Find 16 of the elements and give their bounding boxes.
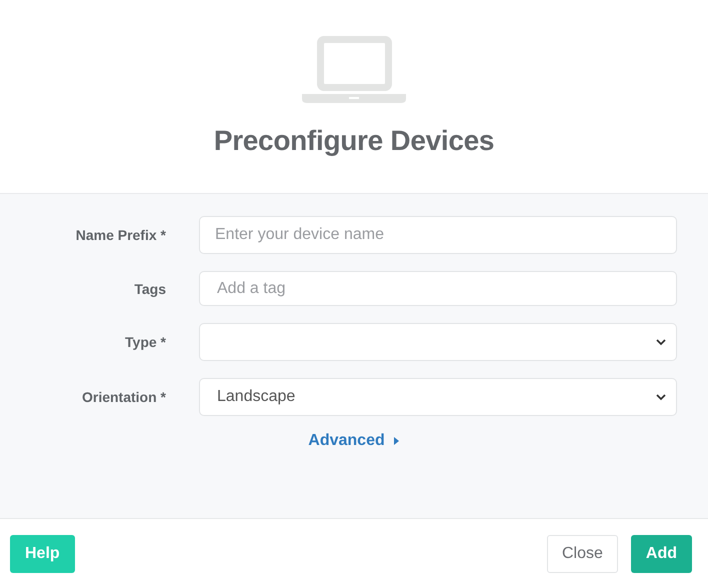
field-label: Orientation * xyxy=(80,389,166,405)
chevron-down-icon xyxy=(656,394,666,400)
dropdown-field[interactable] xyxy=(199,323,677,361)
chevron-down-icon xyxy=(656,338,666,346)
close-button[interactable]: Close xyxy=(546,535,618,573)
field-label: Type * xyxy=(124,334,166,350)
input-field[interactable]: Enter your device name xyxy=(199,216,677,254)
dialog-title: Preconfigure Devices xyxy=(214,125,494,157)
field-label: Tags xyxy=(133,280,166,296)
advanced-link[interactable]: Advanced xyxy=(308,432,400,450)
laptop-icon xyxy=(302,33,406,103)
add-button[interactable]: Add xyxy=(630,535,692,573)
tag-field[interactable]: Add a tag xyxy=(199,271,677,306)
field-label: Name Prefix * xyxy=(74,227,166,243)
dropdown-field[interactable]: Landscape xyxy=(199,378,677,416)
caret-icon xyxy=(392,436,400,446)
